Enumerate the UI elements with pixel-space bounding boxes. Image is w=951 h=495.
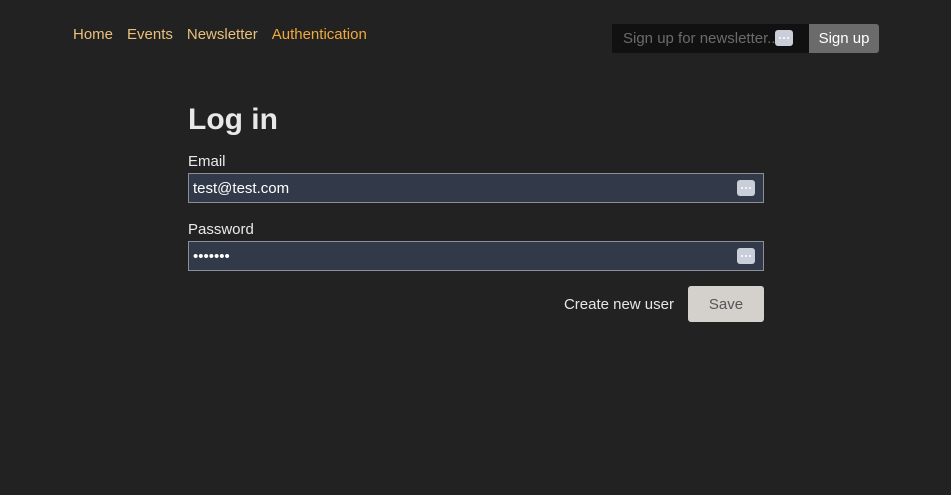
- top-nav: Home Events Newsletter Authentication: [73, 26, 367, 43]
- email-field[interactable]: [188, 173, 764, 203]
- nav-authentication-link[interactable]: Authentication: [272, 26, 367, 43]
- email-label: Email: [188, 153, 226, 170]
- newsletter-signup: Sign up: [612, 24, 879, 53]
- more-dots-icon[interactable]: [737, 248, 755, 264]
- more-dots-icon[interactable]: [737, 180, 755, 196]
- create-new-user-link[interactable]: Create new user: [564, 296, 674, 313]
- form-actions: Create new user Save: [188, 286, 764, 322]
- password-field-wrapper: [188, 241, 764, 271]
- nav-events-link[interactable]: Events: [127, 26, 173, 43]
- save-button[interactable]: Save: [688, 286, 764, 322]
- nav-newsletter-link[interactable]: Newsletter: [187, 26, 258, 43]
- password-label: Password: [188, 221, 254, 238]
- login-form: Log in Email Password Create new user Sa…: [188, 100, 764, 322]
- nav-home-link[interactable]: Home: [73, 26, 113, 43]
- more-dots-icon[interactable]: [775, 30, 793, 46]
- newsletter-input-wrapper: [612, 24, 809, 53]
- page: Home Events Newsletter Authentication Si…: [0, 0, 951, 495]
- email-field-wrapper: [188, 173, 764, 203]
- password-field[interactable]: [188, 241, 764, 271]
- page-title: Log in: [188, 103, 278, 136]
- signup-button[interactable]: Sign up: [809, 24, 879, 53]
